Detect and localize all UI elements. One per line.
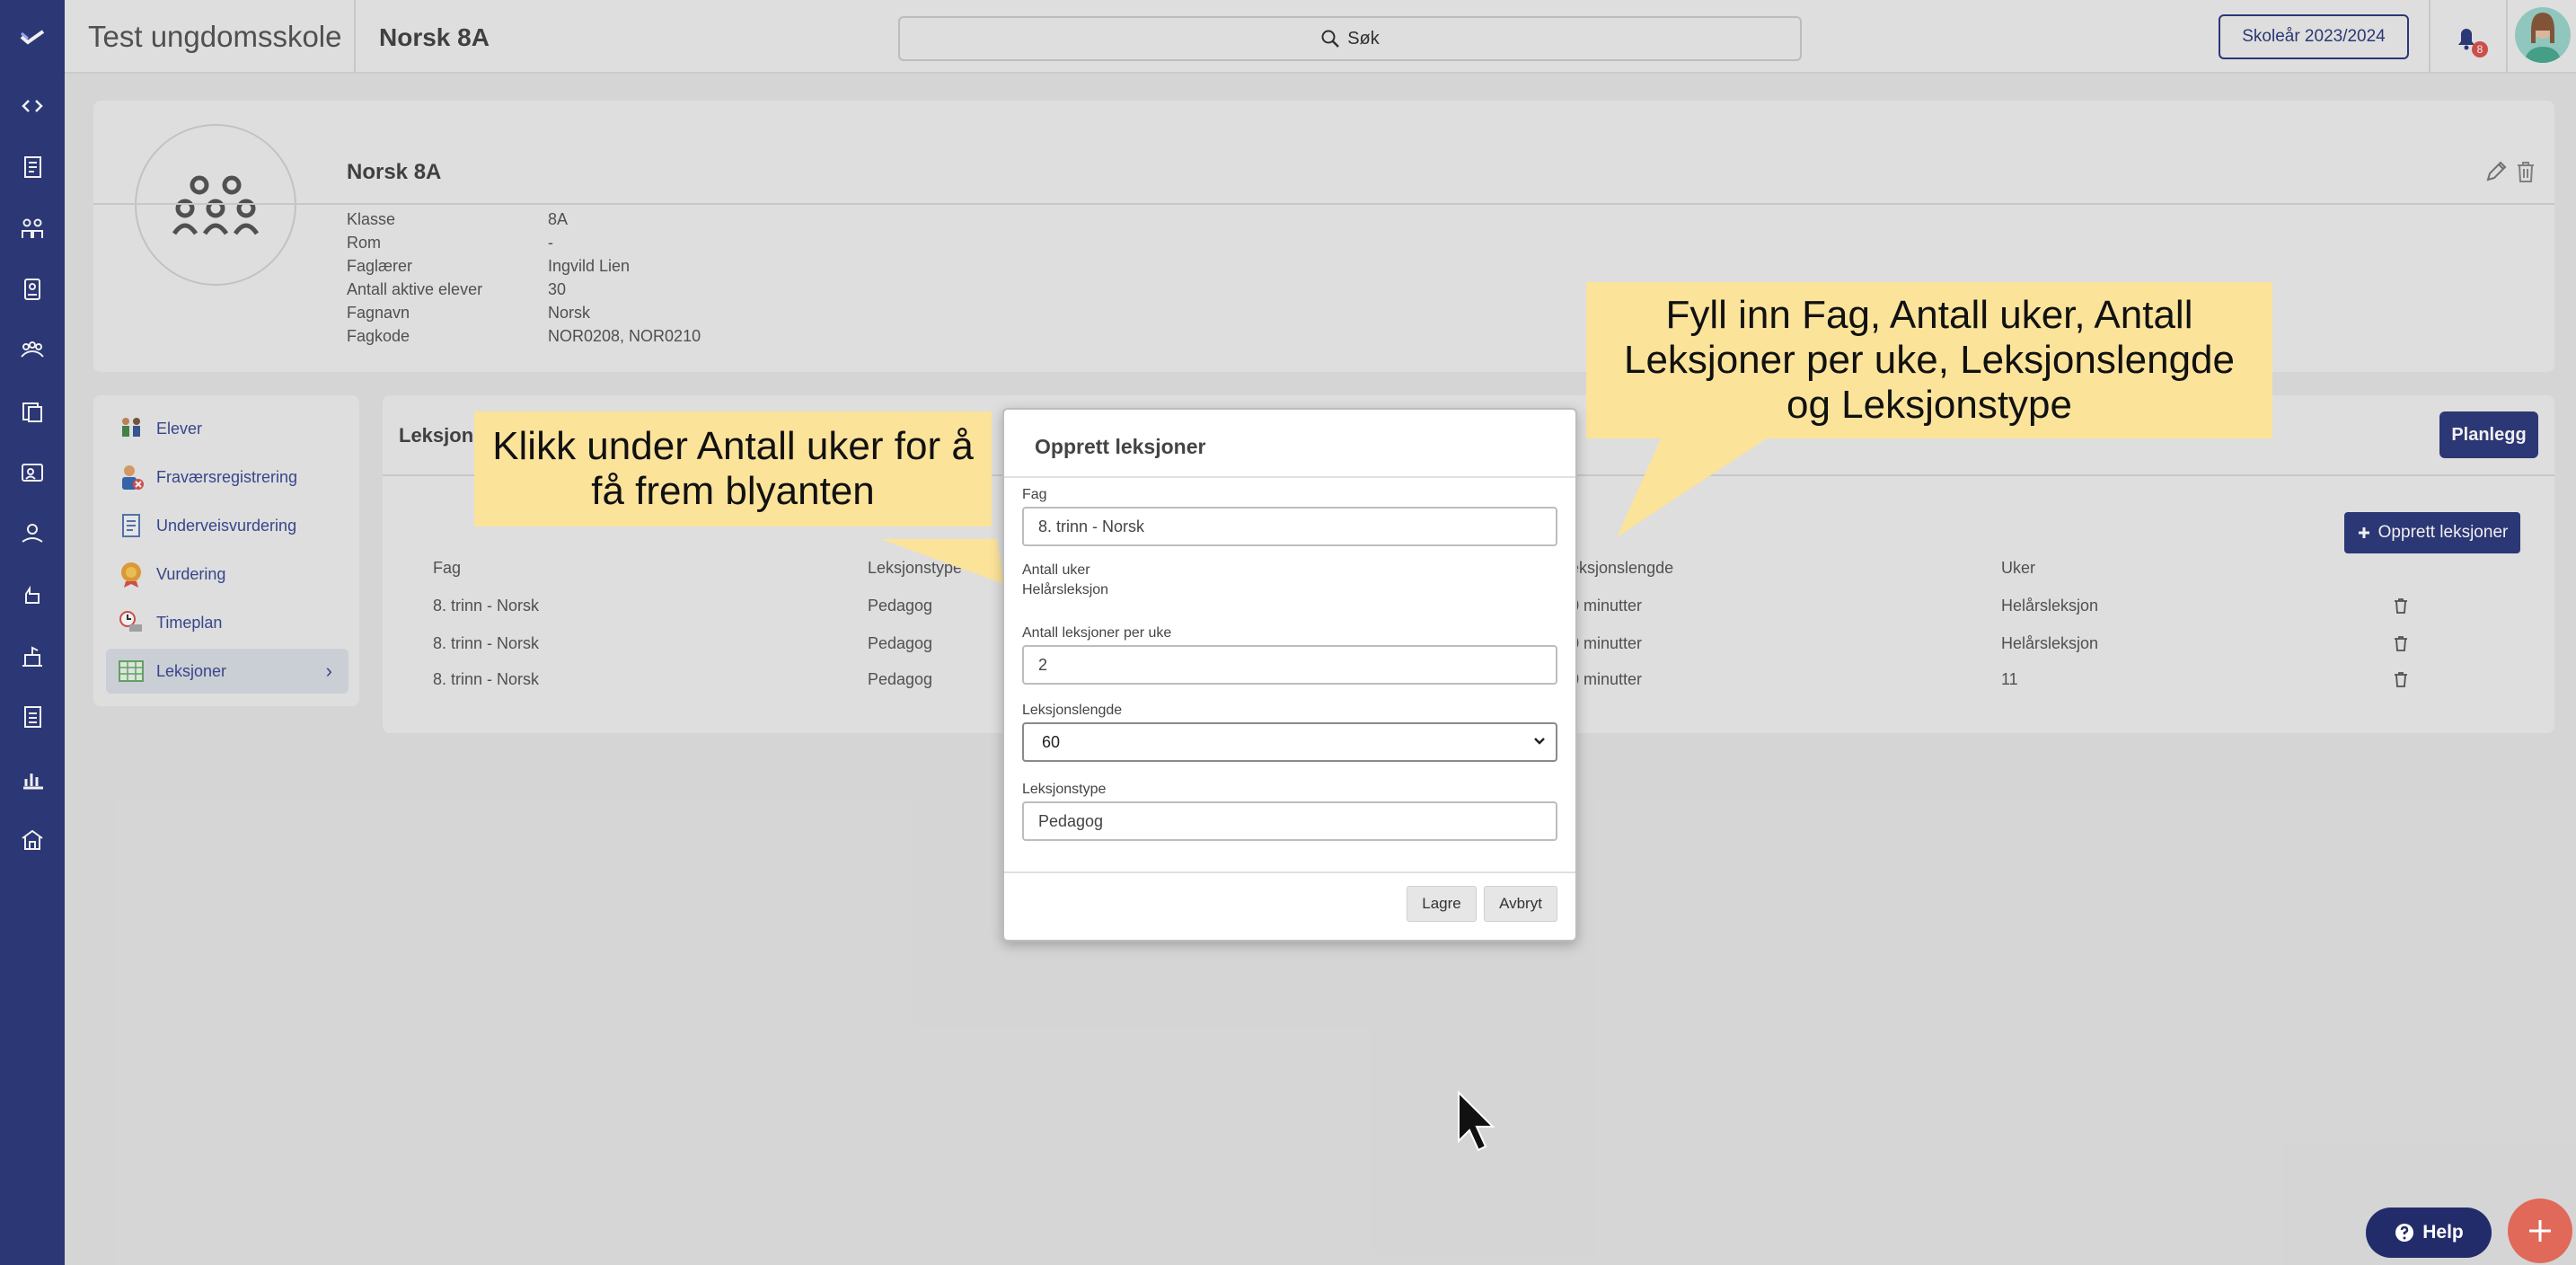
create-lessons-modal: Opprett leksjoner Fag 8. trinn - Norsk A… xyxy=(1002,408,1577,942)
callout-left: Klikk under Antall uker for å få frem bl… xyxy=(474,411,992,526)
save-button[interactable]: Lagre xyxy=(1407,886,1477,922)
help-label: Help xyxy=(2422,1222,2464,1243)
question-icon xyxy=(2395,1224,2414,1242)
fag-field[interactable]: 8. trinn - Norsk xyxy=(1022,507,1557,546)
weeks-value[interactable]: Helårsleksjon xyxy=(1022,582,1108,598)
fag-label: Fag xyxy=(1022,487,1047,502)
callout-right: Fyll inn Fag, Antall uker, Antall Leksjo… xyxy=(1586,282,2272,438)
weeks-label: Antall uker xyxy=(1022,562,1090,578)
add-fab-button[interactable] xyxy=(2508,1199,2572,1263)
length-select-value: 60 xyxy=(1042,732,1061,751)
help-button[interactable]: Help xyxy=(2366,1208,2492,1258)
cancel-button[interactable]: Avbryt xyxy=(1484,886,1557,922)
type-field[interactable]: Pedagog xyxy=(1022,801,1557,841)
callout-pointer xyxy=(880,539,1004,584)
divider xyxy=(1004,476,1575,478)
callout-pointer xyxy=(1617,437,1769,537)
per-week-field[interactable]: 2 xyxy=(1022,645,1557,685)
divider xyxy=(1004,871,1575,873)
chevron-down-icon xyxy=(1534,738,1545,745)
type-label: Leksjonstype xyxy=(1022,782,1107,797)
plus-icon xyxy=(2529,1220,2551,1242)
length-select[interactable]: 60 xyxy=(1022,722,1557,762)
per-week-label: Antall leksjoner per uke xyxy=(1022,625,1172,641)
length-label: Leksjonslengde xyxy=(1022,703,1123,718)
modal-title: Opprett leksjoner xyxy=(1035,435,1206,458)
mouse-cursor-icon xyxy=(1458,1090,1495,1152)
